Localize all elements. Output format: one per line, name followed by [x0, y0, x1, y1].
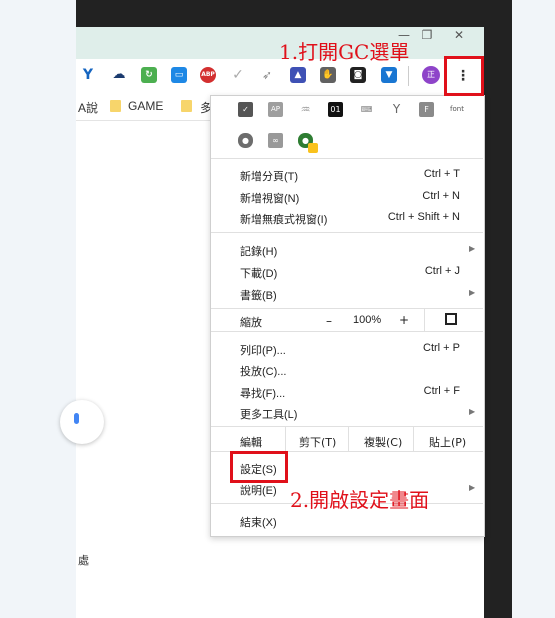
cloud-extension-icon[interactable]: ☁ — [111, 67, 127, 83]
bookmark-item-game[interactable]: GAME — [128, 99, 163, 113]
binary-extension-icon[interactable]: 01 — [328, 102, 343, 117]
keyboard-extension-icon[interactable]: ⌨ — [359, 102, 374, 117]
mask-extension-icon[interactable]: ◙ — [350, 67, 366, 83]
menu-help[interactable]: 說明(E) — [240, 482, 277, 498]
zoom-divider — [424, 309, 425, 331]
menu-separator — [211, 232, 483, 233]
page-text-fragment: 處 — [78, 555, 89, 567]
menu-new-tab[interactable]: 新增分頁(T) — [240, 168, 298, 184]
menu-edit-label: 編輯 — [240, 437, 262, 449]
antenna-extension-icon[interactable]: Y — [389, 102, 404, 117]
paste-button[interactable]: 貼上(P) — [429, 434, 466, 450]
check-extension-icon[interactable]: ✓ — [230, 67, 246, 83]
restore-icon[interactable]: ❐ — [419, 27, 435, 43]
left-margin — [0, 0, 76, 618]
right-margin — [512, 0, 555, 618]
submenu-arrow-icon: ▶ — [469, 407, 476, 416]
menu-find[interactable]: 尋找(F)... — [240, 385, 285, 401]
menu-button-highlight — [444, 56, 484, 96]
edit-divider — [413, 427, 414, 451]
zoom-out-button[interactable]: – — [326, 314, 332, 328]
fullscreen-icon[interactable] — [445, 313, 457, 325]
menu-new-window[interactable]: 新增視窗(N) — [240, 190, 299, 206]
font-extension-icon[interactable]: font — [446, 102, 468, 117]
microphone-icon — [74, 413, 79, 424]
new-tab-shortcut: Ctrl + T — [423, 168, 460, 180]
desktop-background-top — [76, 0, 512, 27]
menu-separator — [211, 308, 483, 309]
f-extension-icon[interactable]: F — [419, 102, 434, 117]
cup-extension-icon[interactable]: ▼ — [381, 67, 397, 83]
menu-cast[interactable]: 投放(C)... — [240, 363, 286, 379]
submenu-arrow-icon: ▶ — [469, 244, 476, 253]
print-shortcut: Ctrl + P — [423, 342, 460, 354]
desktop-background-right — [484, 27, 512, 618]
menu-exit[interactable]: 結束(X) — [240, 514, 277, 530]
profile-avatar[interactable]: 正 — [422, 66, 440, 84]
folder-icon — [110, 100, 121, 112]
annotation-step-1: 1.打開GC選單 — [279, 40, 410, 64]
copy-button[interactable]: 複製(C) — [364, 434, 402, 450]
menu-bookmarks[interactable]: 書籤(B) — [240, 287, 277, 303]
edit-divider — [285, 427, 286, 451]
cursor-extension-icon[interactable]: ➶ — [259, 67, 275, 83]
hand-extension-icon[interactable]: ✋ — [320, 67, 336, 83]
bookmark-item-1[interactable]: A說 — [78, 99, 98, 116]
menu-new-incognito[interactable]: 新增無痕式視窗(I) — [240, 211, 327, 227]
find-shortcut: Ctrl + F — [423, 385, 460, 397]
toolbar-divider — [408, 66, 409, 86]
menu-separator — [211, 158, 483, 159]
y-extension-icon[interactable]: Y — [80, 67, 96, 83]
pot-extension-icon[interactable]: ● — [238, 133, 253, 148]
ap-extension-icon[interactable]: AP — [268, 102, 283, 117]
menu-downloads[interactable]: 下載(D) — [240, 265, 277, 281]
screen-extension-icon[interactable]: ▭ — [171, 67, 187, 83]
menu-more-tools[interactable]: 更多工具(L) — [240, 406, 297, 422]
annotation-step-2: 2.開啟設定畫面 — [290, 488, 430, 512]
new-incognito-shortcut: Ctrl + Shift + N — [387, 211, 460, 223]
menu-separator — [211, 331, 483, 332]
edit-divider — [348, 427, 349, 451]
voice-search-button[interactable] — [60, 400, 104, 444]
folder-icon — [181, 100, 192, 112]
refresh-extension-icon[interactable]: ↻ — [141, 67, 157, 83]
zoom-in-button[interactable]: + — [399, 313, 409, 327]
cut-button[interactable]: 剪下(T) — [299, 434, 336, 450]
chart-extension-icon[interactable]: ▲ — [290, 67, 306, 83]
adblock-plus-icon[interactable]: ABP — [200, 67, 216, 83]
submenu-arrow-icon: ▶ — [469, 483, 476, 492]
binoculars-extension-icon[interactable]: ♒ — [298, 102, 313, 117]
zoom-value: 100% — [353, 314, 382, 326]
menu-history[interactable]: 記錄(H) — [240, 243, 277, 259]
downloads-shortcut: Ctrl + J — [424, 265, 460, 277]
extension-badge — [308, 143, 318, 153]
menu-print[interactable]: 列印(P)... — [240, 342, 286, 358]
close-icon[interactable]: ✕ — [451, 27, 467, 43]
new-window-shortcut: Ctrl + N — [422, 190, 460, 202]
menu-zoom-label: 縮放 — [240, 317, 262, 329]
checkbox-extension-icon[interactable]: ✓ — [238, 102, 253, 117]
link-extension-icon[interactable]: ∞ — [268, 133, 283, 148]
submenu-arrow-icon: ▶ — [469, 288, 476, 297]
menu-separator — [211, 426, 483, 427]
settings-highlight — [230, 451, 288, 483]
